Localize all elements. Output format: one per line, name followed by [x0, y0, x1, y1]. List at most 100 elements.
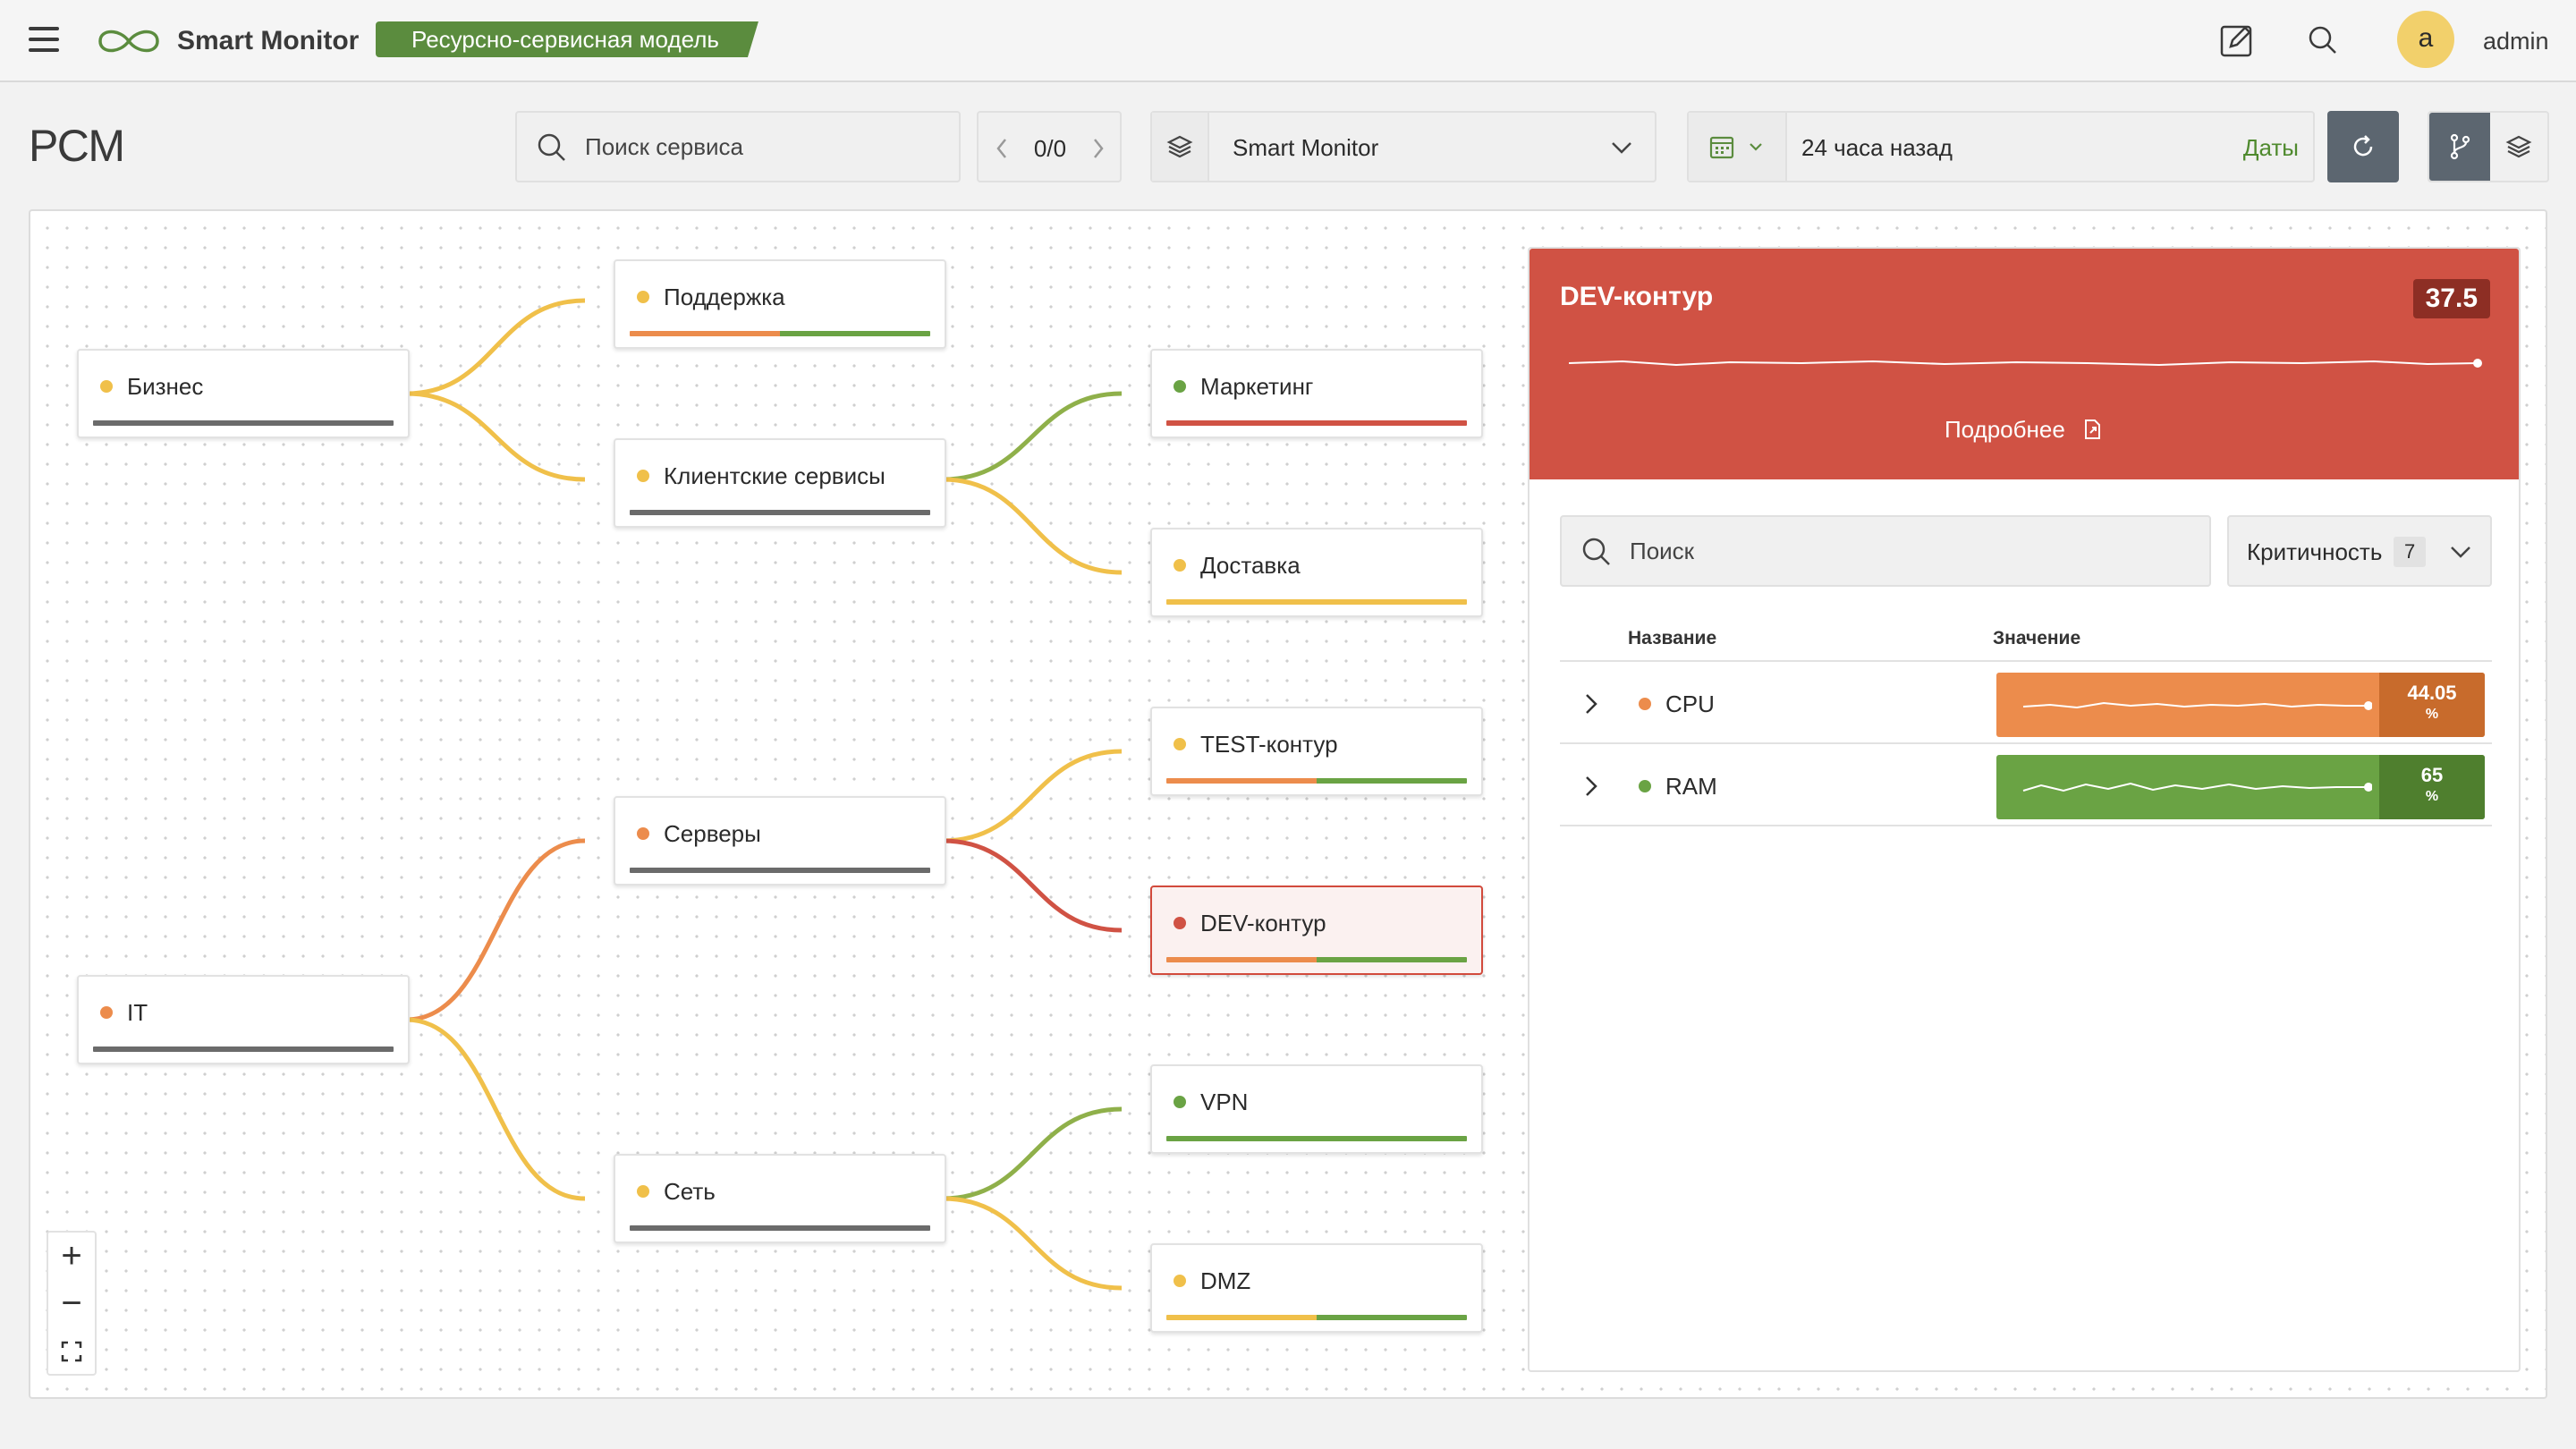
health-bar	[1166, 1315, 1467, 1320]
status-dot	[1174, 738, 1186, 750]
status-dot	[1174, 380, 1186, 393]
link-it-net	[405, 1017, 586, 1201]
status-dot	[1639, 780, 1651, 792]
username[interactable]: admin	[2483, 23, 2549, 59]
metric-name: RAM	[1665, 773, 1717, 800]
link-servers-dev	[942, 838, 1123, 933]
status-dot	[637, 470, 649, 482]
node-label: DEV-контур	[1200, 910, 1326, 936]
node-servers[interactable]: Серверы	[614, 796, 946, 886]
zoom-out-button[interactable]: −	[48, 1280, 95, 1327]
status-dot	[1174, 1096, 1186, 1108]
date-range-picker[interactable]: 24 часа назад Даты	[1687, 111, 2315, 182]
service-search	[515, 111, 961, 182]
link-servers-test	[942, 749, 1123, 843]
layers-view-button[interactable]	[2490, 113, 2547, 181]
node-label: Бизнес	[127, 373, 204, 400]
status-dot	[637, 291, 649, 303]
node-label: Маркетинг	[1200, 373, 1314, 400]
node-dmz[interactable]: DMZ	[1150, 1243, 1483, 1333]
metric-value-box: 65 %	[2379, 755, 2485, 819]
health-bar	[1166, 1136, 1467, 1141]
detail-panel-header: DEV-контур 37.5 Подробнее	[1530, 249, 2519, 479]
metric-name: CPU	[1665, 691, 1715, 717]
edit-icon[interactable]	[2216, 20, 2258, 61]
health-bar	[1166, 957, 1467, 962]
criticality-filter[interactable]: Критичность 7	[2227, 515, 2492, 587]
logo-icon	[98, 30, 159, 53]
zoom-in-button[interactable]: +	[48, 1233, 95, 1280]
layer-select[interactable]: Smart Monitor	[1150, 111, 1657, 182]
fit-screen-button[interactable]	[48, 1327, 95, 1375]
link-net-vpn	[942, 1106, 1123, 1201]
layers-icon	[1152, 113, 1209, 181]
chevron-left-icon[interactable]	[991, 132, 1013, 165]
date-range-value: 24 часа назад	[1801, 134, 1953, 161]
more-link[interactable]: Подробнее	[1530, 413, 2519, 445]
criticality-label: Критичность	[2247, 538, 2383, 565]
node-marketing[interactable]: Маркетинг	[1150, 349, 1483, 438]
node-label: VPN	[1200, 1089, 1249, 1115]
detail-panel: DEV-контур 37.5 Подробнее Критичность 7 …	[1528, 247, 2521, 1372]
health-bar	[630, 1225, 930, 1231]
metric-value: 44.05	[2407, 682, 2457, 704]
node-delivery[interactable]: Доставка	[1150, 528, 1483, 617]
node-vpn[interactable]: VPN	[1150, 1064, 1483, 1154]
criticality-count: 7	[2394, 537, 2427, 567]
view-switcher	[2428, 111, 2549, 182]
external-link-icon	[2085, 419, 2101, 439]
menu-icon[interactable]	[29, 27, 59, 52]
search-icon	[1582, 538, 1610, 565]
node-it[interactable]: IT	[77, 975, 410, 1064]
metric-sparkline	[2022, 782, 2372, 792]
node-biz[interactable]: Бизнес	[77, 349, 410, 438]
metric-unit: %	[2425, 707, 2439, 722]
avatar[interactable]: a	[2397, 11, 2454, 68]
dates-link[interactable]: Даты	[2243, 131, 2299, 165]
health-bar	[630, 510, 930, 515]
status-dot	[637, 827, 649, 840]
divider	[1560, 825, 2492, 826]
refresh-button[interactable]	[2327, 111, 2399, 182]
chevron-down-icon	[2451, 547, 2470, 558]
metric-search-input[interactable]	[1630, 533, 2166, 569]
node-label: DMZ	[1200, 1267, 1251, 1294]
chevron-right-icon[interactable]	[1088, 132, 1109, 165]
node-clients[interactable]: Клиентские сервисы	[614, 438, 946, 528]
search-icon[interactable]	[2302, 20, 2343, 61]
link-it-servers	[405, 838, 586, 1022]
node-test[interactable]: TEST-контур	[1150, 707, 1483, 796]
node-dev[interactable]: DEV-контур	[1150, 886, 1483, 975]
module-badge[interactable]: Ресурсно-сервисная модель	[376, 21, 758, 57]
search-icon	[538, 133, 565, 161]
chevron-right-icon[interactable]	[1580, 773, 1603, 800]
service-search-input[interactable]	[585, 129, 943, 165]
tree-view-button[interactable]	[2429, 113, 2490, 181]
health-bar	[630, 868, 930, 873]
health-bar	[1166, 778, 1467, 784]
calendar-icon[interactable]	[1689, 113, 1787, 181]
chevron-right-icon[interactable]	[1580, 691, 1603, 717]
link-clients-delivery	[942, 477, 1123, 575]
link-clients-marketing	[942, 391, 1123, 482]
node-net[interactable]: Сеть	[614, 1154, 946, 1243]
metric-value-box: 44.05 %	[2379, 673, 2485, 737]
metric-value-bar: 44.05 %	[1996, 673, 2485, 737]
divider	[1560, 742, 2492, 744]
node-label: IT	[127, 999, 148, 1026]
health-bar	[1166, 420, 1467, 426]
page-title: РСМ	[29, 121, 125, 171]
divider	[1560, 660, 2492, 662]
table-row[interactable]: CPU 44.05 %	[1560, 664, 2492, 744]
app-name: Smart Monitor	[177, 26, 360, 55]
chevron-down-icon	[1612, 142, 1631, 154]
fullscreen-icon	[61, 1341, 82, 1361]
link-biz-support	[405, 298, 586, 396]
node-support[interactable]: Поддержка	[614, 259, 946, 349]
table-row[interactable]: RAM 65 %	[1560, 746, 2492, 826]
detail-title: DEV-контур	[1560, 282, 1714, 311]
column-name: Название	[1628, 628, 1717, 648]
more-link-label: Подробнее	[1944, 416, 2065, 443]
column-value: Значение	[1993, 628, 2081, 648]
metric-value: 65	[2420, 764, 2444, 786]
